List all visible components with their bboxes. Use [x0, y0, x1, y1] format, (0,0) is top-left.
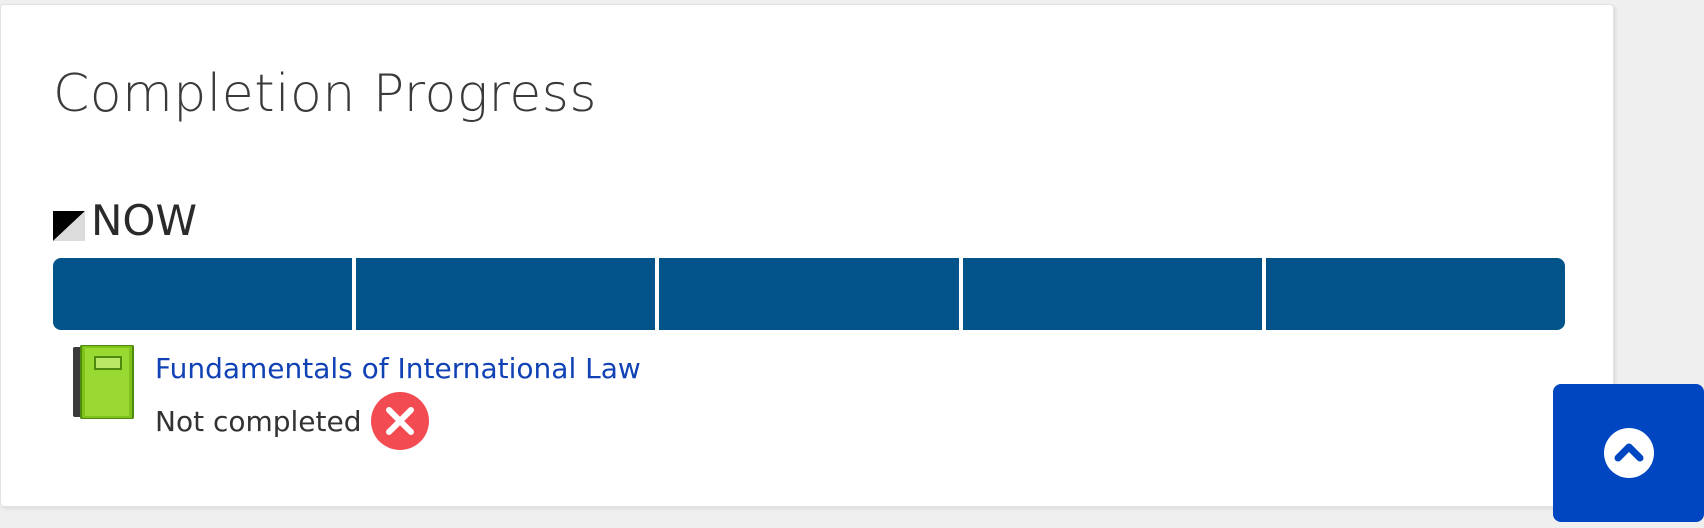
progress-segment[interactable]: [1265, 258, 1565, 330]
not-completed-icon: [370, 392, 429, 451]
book-icon: [73, 345, 134, 419]
block-title: Completion Progress: [53, 64, 597, 124]
now-indicator: NOW: [53, 195, 197, 245]
activity-link[interactable]: Fundamentals of International Law: [155, 351, 641, 387]
progress-segment[interactable]: [53, 258, 353, 330]
now-marker-icon: [53, 211, 85, 241]
progress-segment[interactable]: [659, 258, 959, 330]
progress-bar: [53, 258, 1565, 330]
activity-status: Not completed: [155, 404, 362, 438]
back-to-top-button[interactable]: [1553, 384, 1704, 522]
chevron-up-icon: [1603, 428, 1654, 478]
progress-segment[interactable]: [962, 258, 1262, 330]
now-label: NOW: [91, 195, 198, 245]
activity-item: Fundamentals of International Law Not co…: [73, 345, 641, 451]
completion-progress-block: Completion Progress NOW Fundamentals of …: [0, 4, 1614, 507]
progress-segment[interactable]: [356, 258, 656, 330]
